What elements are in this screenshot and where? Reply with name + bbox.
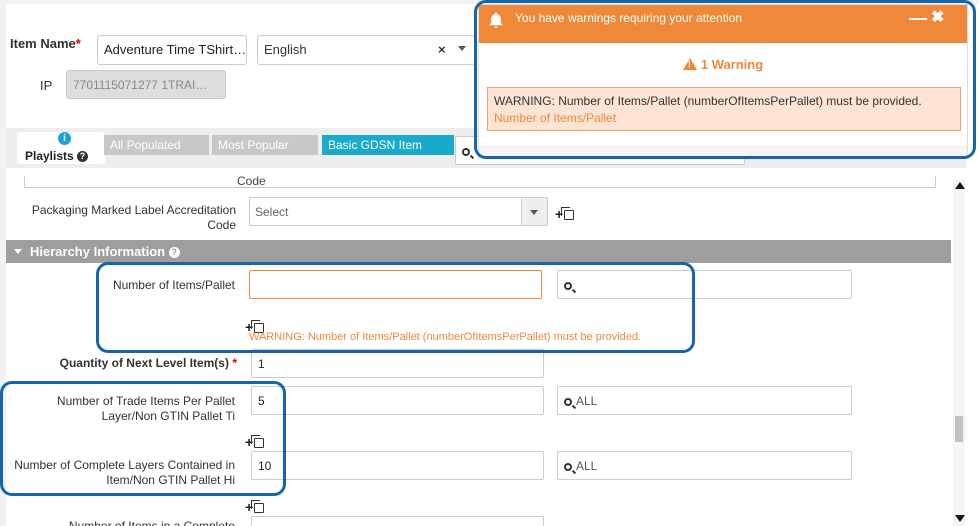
- next-level-label: Quantity of Next Level Item(s) *: [59, 356, 237, 370]
- pallet-hi-input[interactable]: 10: [251, 451, 544, 480]
- bottom-partial-label: Number of Items in a Complete: [68, 519, 235, 526]
- scroll-down-icon[interactable]: [955, 515, 965, 522]
- search-icon: [564, 398, 572, 406]
- playlists-label: Playlists ?: [25, 149, 89, 163]
- language-clear-icon[interactable]: ×: [438, 42, 446, 57]
- chevron-down-icon: [530, 210, 538, 215]
- item-name-field[interactable]: Adventure Time TShirt…: [97, 35, 247, 65]
- add-copy-icon[interactable]: +: [555, 206, 575, 222]
- packaging-select[interactable]: Select: [249, 197, 548, 226]
- section-hierarchy-information[interactable]: Hierarchy Information ?: [6, 240, 951, 263]
- highlight-items-per-pallet: [96, 262, 695, 353]
- scroll-thumb[interactable]: [955, 416, 963, 442]
- chevron-down-icon[interactable]: [458, 46, 466, 51]
- help-icon[interactable]: ?: [77, 151, 89, 163]
- search-icon: [462, 148, 470, 156]
- pallet-ti-input[interactable]: 5: [251, 386, 544, 415]
- pallet-hi-search[interactable]: ALL: [557, 451, 852, 480]
- cut-off-row: Code: [24, 174, 936, 188]
- pallet-ti-search[interactable]: ALL: [557, 386, 852, 415]
- collapse-icon: [14, 249, 22, 254]
- search-icon: [564, 463, 572, 471]
- highlight-notification: [474, 0, 976, 159]
- item-name-label: Item Name*: [10, 36, 81, 51]
- add-copy-icon[interactable]: +: [245, 499, 265, 515]
- scrollbar[interactable]: [953, 180, 965, 526]
- help-icon[interactable]: ?: [168, 247, 180, 259]
- ip-label: IP: [40, 78, 53, 93]
- playlist-all-populated[interactable]: All Populated: [104, 135, 209, 155]
- scroll-up-icon[interactable]: [955, 182, 965, 189]
- next-level-input[interactable]: 1: [251, 349, 544, 378]
- bottom-partial-input[interactable]: [251, 516, 544, 526]
- cut-off-label: Code: [237, 174, 266, 188]
- info-icon[interactable]: i: [58, 132, 71, 145]
- playlist-basic-gdsn-item[interactable]: Basic GDSN Item: [322, 135, 454, 155]
- playlist-most-popular[interactable]: Most Popular: [212, 135, 318, 155]
- packaging-label: Packaging Marked Label Accreditation Cod…: [31, 203, 236, 232]
- ip-field: 7701115071277 1TRAI…: [66, 70, 226, 99]
- highlight-ti-hi: [0, 381, 286, 496]
- playlists-tab[interactable]: i Playlists ?: [17, 132, 105, 164]
